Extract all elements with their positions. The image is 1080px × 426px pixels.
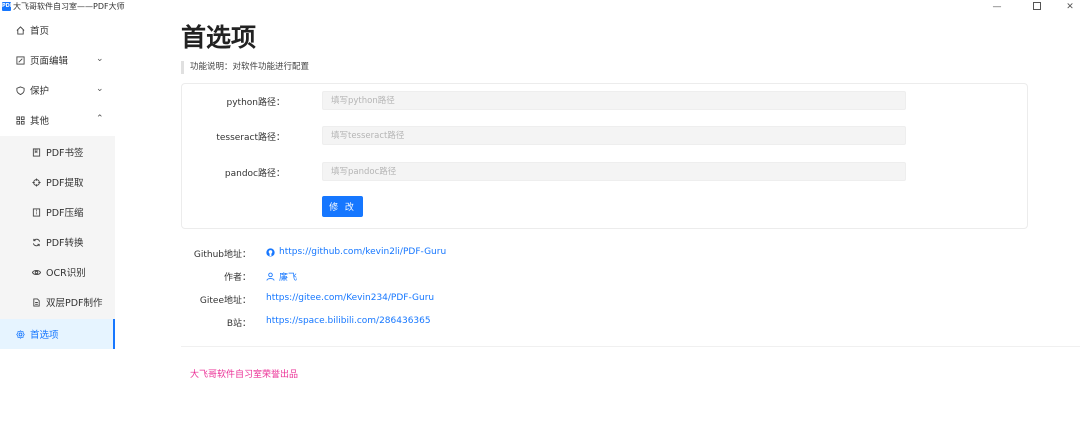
sidebar-item-label: PDF转换	[46, 238, 84, 249]
sidebar-item-label: OCR识别	[46, 268, 86, 279]
chevron-up-icon: ⌃	[96, 114, 104, 124]
author-link[interactable]: 廉飞	[279, 270, 297, 283]
pandoc-path-label: pandoc路径：	[224, 169, 285, 179]
function-description: 功能说明：对软件功能进行配置	[181, 61, 309, 74]
bilibili-row: B站： https://space.bilibili.com/286436365	[181, 316, 581, 330]
aim-icon	[32, 178, 41, 187]
sidebar-item-label: 页面编辑	[30, 56, 69, 67]
compress-icon	[32, 208, 41, 217]
user-icon	[266, 272, 275, 281]
eye-icon	[32, 270, 41, 275]
app-logo: PDF	[2, 2, 14, 11]
sidebar-item-pdf-bookmark[interactable]: PDF书签	[0, 137, 115, 167]
python-path-label: python路径：	[226, 98, 285, 108]
sidebar-item-preferences[interactable]: 首选项	[0, 319, 115, 349]
github-link-wrap: https://github.com/kevin2li/PDF-Guru	[266, 247, 446, 257]
sidebar-item-ocr[interactable]: OCR识别	[0, 257, 115, 287]
python-path-input[interactable]	[322, 91, 906, 110]
shield-icon	[16, 86, 25, 95]
sidebar-item-label: PDF书签	[46, 148, 84, 159]
github-link[interactable]: https://github.com/kevin2li/PDF-Guru	[279, 247, 446, 257]
gitee-link[interactable]: https://gitee.com/Kevin234/PDF-Guru	[266, 293, 434, 303]
sidebar-item-label: 双层PDF制作	[46, 298, 103, 309]
modify-button[interactable]: 修 改	[322, 196, 363, 217]
footer-credit: 大飞哥软件自习室荣誉出品	[190, 370, 299, 380]
sidebar: 首页 页面编辑 ⌄ 保护 ⌄ 其他 ⌃ PDF书签 PDF提取 PDF压缩 PD…	[0, 15, 115, 426]
title-bar: PDF 大飞哥软件自习室——PDF大师 — ✕	[0, 0, 1080, 14]
sidebar-item-pdf-extract[interactable]: PDF提取	[0, 167, 115, 197]
page-title: 首选项	[181, 23, 257, 52]
sidebar-item-dual-layer-pdf[interactable]: 双层PDF制作	[0, 287, 115, 317]
book-icon	[32, 148, 41, 157]
close-button[interactable]: ✕	[1055, 0, 1080, 14]
author-row: 作者： 廉飞	[181, 270, 581, 284]
sidebar-item-other[interactable]: 其他 ⌃	[0, 105, 115, 135]
tesseract-path-label: tesseract路径：	[216, 133, 285, 143]
bilibili-label: B站：	[226, 319, 251, 329]
chevron-down-icon: ⌄	[96, 84, 104, 94]
home-icon	[16, 26, 25, 35]
author-label: 作者：	[223, 273, 251, 283]
gear-icon	[16, 330, 25, 339]
file-icon	[33, 298, 40, 307]
active-indicator	[113, 319, 115, 349]
chevron-down-icon: ⌄	[96, 54, 104, 64]
sidebar-item-label: PDF提取	[46, 178, 84, 189]
sidebar-item-label: PDF压缩	[46, 208, 84, 219]
gitee-label: Gitee地址：	[199, 296, 251, 306]
sidebar-item-pdf-convert[interactable]: PDF转换	[0, 227, 115, 257]
sidebar-item-label: 首页	[30, 26, 50, 37]
github-label: Github地址：	[193, 250, 251, 260]
sidebar-item-protect[interactable]: 保护 ⌄	[0, 75, 115, 105]
divider	[181, 346, 1080, 347]
restore-icon	[1033, 1, 1041, 10]
pandoc-path-input[interactable]	[322, 162, 906, 181]
edit-icon	[16, 56, 25, 65]
sync-icon	[32, 238, 41, 247]
sidebar-item-label: 保护	[30, 86, 50, 97]
maximize-button[interactable]	[1022, 0, 1052, 14]
window-title: 大飞哥软件自习室——PDF大师	[13, 2, 125, 11]
tesseract-path-input[interactable]	[322, 126, 906, 145]
sidebar-item-home[interactable]: 首页	[0, 15, 115, 45]
apps-icon	[16, 116, 25, 125]
gitee-row: Gitee地址： https://gitee.com/Kevin234/PDF-…	[181, 293, 581, 307]
sidebar-item-label: 首选项	[30, 330, 59, 341]
sidebar-item-page-edit[interactable]: 页面编辑 ⌄	[0, 45, 115, 75]
settings-form: python路径： tesseract路径： pandoc路径： 修 改	[181, 83, 1028, 229]
sidebar-item-pdf-compress[interactable]: PDF压缩	[0, 197, 115, 227]
sidebar-item-label: 其他	[30, 116, 50, 127]
author-wrap: 廉飞	[266, 270, 297, 283]
bilibili-link[interactable]: https://space.bilibili.com/286436365	[266, 316, 431, 326]
github-row: Github地址： https://github.com/kevin2li/PD…	[181, 247, 581, 261]
minimize-button[interactable]: —	[982, 0, 1012, 14]
github-icon	[266, 247, 275, 257]
